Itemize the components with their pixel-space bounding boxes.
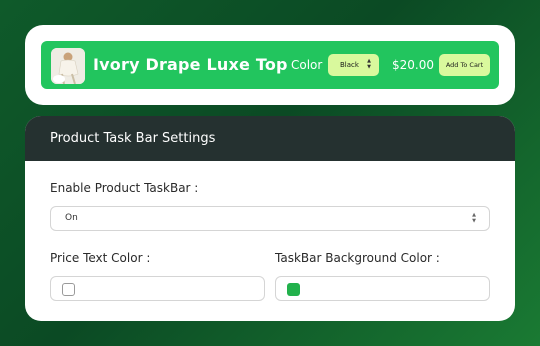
price-text-color-swatch[interactable] — [62, 283, 75, 296]
settings-title: Product Task Bar Settings — [25, 116, 515, 161]
taskbar-bg-color-label: TaskBar Background Color : — [275, 251, 440, 265]
taskbar-bg-color-swatch[interactable] — [287, 283, 300, 296]
price-text-color-label: Price Text Color : — [50, 251, 151, 265]
select-arrows-icon: ▲ ▼ — [472, 212, 476, 224]
product-title: Ivory Drape Luxe Top — [93, 55, 288, 74]
product-preview-card: Ivory Drape Luxe Top Color Black ▲ ▼ $20.… — [25, 25, 515, 105]
settings-card: Product Task Bar Settings Enable Product… — [25, 116, 515, 321]
product-thumbnail — [51, 48, 85, 84]
enable-taskbar-label: Enable Product TaskBar : — [50, 181, 199, 195]
product-taskbar: Ivory Drape Luxe Top Color Black ▲ ▼ $20.… — [41, 41, 499, 89]
enable-taskbar-value: On — [65, 213, 78, 223]
taskbar-bg-color-input[interactable] — [275, 276, 490, 301]
color-select-value: Black — [340, 61, 359, 69]
add-to-cart-button[interactable]: Add To Cart — [439, 54, 490, 76]
price-text-color-input[interactable] — [50, 276, 265, 301]
color-label: Color — [291, 58, 323, 72]
color-select[interactable]: Black ▲ ▼ — [328, 54, 379, 76]
enable-taskbar-select[interactable]: On ▲ ▼ — [50, 206, 490, 231]
product-price: $20.00 — [392, 58, 434, 72]
select-arrows-icon: ▲ ▼ — [367, 58, 371, 70]
